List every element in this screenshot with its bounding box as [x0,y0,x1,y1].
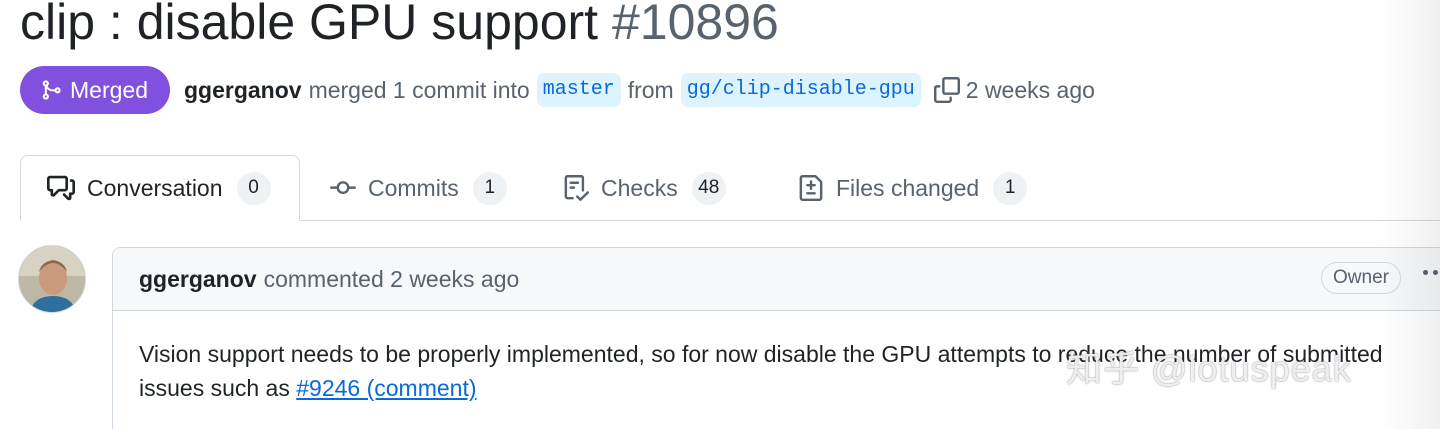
checklist-icon [564,175,589,201]
files-changed-count: 1 [993,171,1028,205]
tab-checks[interactable]: Checks 48 [563,155,726,221]
comment-body-prefix: issues such as [139,375,290,401]
comment-box: ggerganov commented 2 weeks ago Owner Vi… [112,247,1440,429]
comment-header: ggerganov commented 2 weeks ago Owner [113,248,1440,311]
tab-label-checks: Checks [601,174,678,201]
tab-label-files-changed: Files changed [836,174,980,201]
pr-meta-row: Merged ggerganov merged 1 commit into ma… [20,66,1095,114]
git-merge-icon [42,80,61,100]
page-title: clip : disable GPU support #10896 [20,0,779,58]
more-options-icon[interactable] [1423,270,1440,275]
pull-request-page: clip : disable GPU support #10896 Merged… [0,0,1440,429]
file-diff-icon [799,175,823,201]
state-label: Merged [70,76,148,103]
commits-count: 1 [472,171,507,205]
comment-discussion-icon [47,175,75,201]
tab-label-commits: Commits [368,174,459,201]
merged-state-badge: Merged [20,66,170,114]
head-branch[interactable]: gg/clip-disable-gpu [680,73,921,107]
comment-body: Vision support needs to be properly impl… [113,311,1440,405]
tab-label-conversation: Conversation [87,174,223,201]
tab-commits[interactable]: Commits 1 [330,155,507,221]
checks-count: 48 [691,171,726,205]
pr-title-text: clip : disable GPU support [20,0,599,50]
issue-comment-link[interactable]: #9246 (comment) [296,375,476,401]
from-text: from [627,76,674,103]
comment-body-line-1: Vision support needs to be properly impl… [139,341,1383,367]
merged-text: merged 1 commit into [308,76,530,103]
owner-badge: Owner [1321,262,1401,294]
conversation-count: 0 [236,171,271,205]
pr-number: #10896 [611,0,779,50]
pr-tabs: Conversation 0 Commits 1 Checks 48 Files… [0,155,1440,221]
avatar[interactable] [18,245,86,313]
comment-author-link[interactable]: ggerganov [139,266,257,293]
author-link[interactable]: ggerganov [184,77,302,104]
base-branch[interactable]: master [536,73,621,107]
copy-icon[interactable] [933,77,960,103]
tab-conversation[interactable]: Conversation 0 [20,155,300,221]
comment-body-line-2: issues such as #9246 (comment) [139,371,1440,405]
tab-files-changed[interactable]: Files changed 1 [798,155,1028,221]
merge-time[interactable]: 2 weeks ago [966,77,1095,104]
comment-action: commented 2 weeks ago [263,265,520,292]
git-commit-icon [330,181,356,195]
